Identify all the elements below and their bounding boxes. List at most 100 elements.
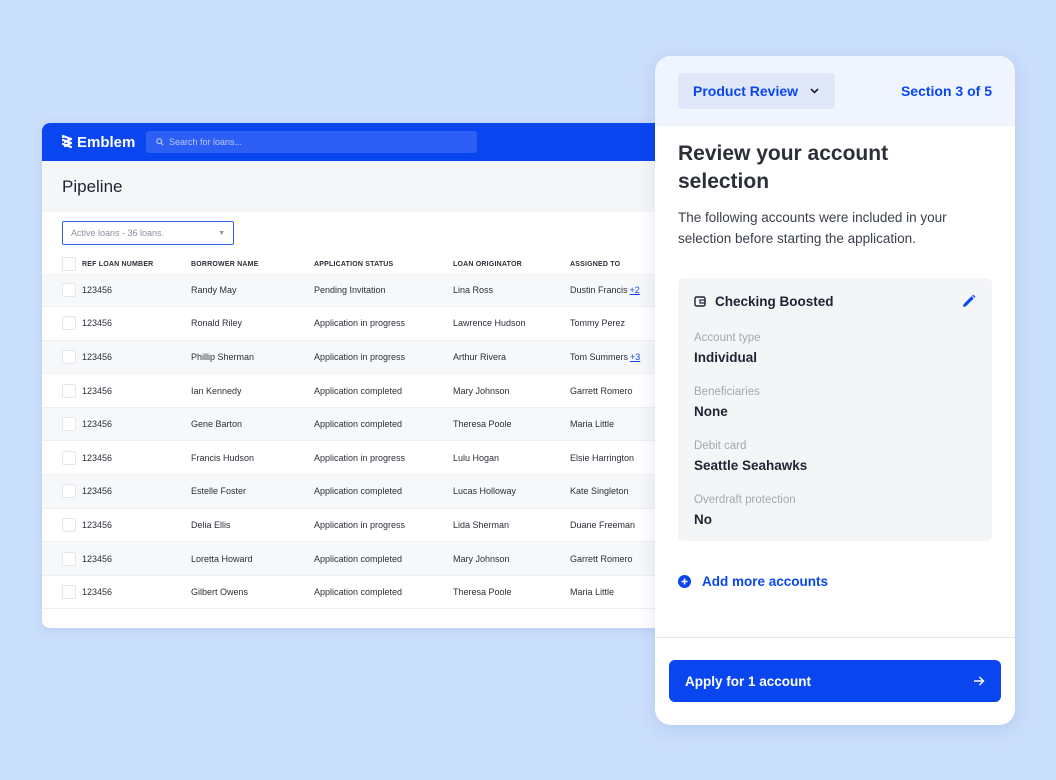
app-name: Emblem	[77, 133, 136, 151]
caret-down-icon: ▼	[218, 229, 225, 237]
column-header[interactable]: BORROWER NAME	[191, 255, 314, 273]
arrow-right-icon	[974, 676, 985, 686]
loan-filter-dropdown[interactable]: Active loans - 36 loans. ▼	[62, 221, 234, 245]
cell-ref-number: 123456	[82, 440, 191, 476]
add-more-label: Add more accounts	[702, 574, 829, 589]
cell-originator: Lina Ross	[453, 273, 570, 308]
cell-status: Application in progress	[314, 508, 453, 543]
cell-status: Application completed	[314, 373, 453, 408]
review-heading: Review your account selection	[678, 142, 889, 193]
row-checkbox[interactable]	[62, 349, 76, 364]
search-icon	[156, 138, 164, 146]
edit-pencil-icon[interactable]	[961, 294, 976, 309]
field-value: No	[694, 512, 712, 527]
column-header[interactable]: LOAN ORIGINATOR	[453, 255, 570, 273]
account-field: Account type Individual	[694, 332, 976, 365]
column-header[interactable]: APPLICATION STATUS	[314, 255, 453, 273]
cell-originator: Theresa Poole	[453, 575, 570, 610]
table-row[interactable]: 123456 Francis Hudson Application in progr…	[42, 440, 682, 476]
row-checkbox[interactable]	[62, 551, 76, 566]
cell-originator: Mary Johnson	[453, 373, 570, 408]
wallet-icon	[694, 296, 706, 307]
cell-originator: Lida Sherman	[453, 508, 570, 543]
row-checkbox[interactable]	[62, 282, 76, 297]
table-row[interactable]: 123456 Estelle Foster Application complete…	[42, 474, 682, 509]
table-row[interactable]: 123456 Ian Kennedy Application completed Ma…	[42, 373, 682, 408]
app-logo[interactable]: Emblem	[62, 134, 146, 151]
cell-ref-number: 123456	[82, 407, 191, 442]
more-assignees-link[interactable]: +3	[630, 352, 640, 362]
table-row[interactable]: 123456 Randy May Pending Invitation Lina Ro…	[42, 273, 682, 308]
table-row[interactable]: 123456 Gene Barton Application completed Th…	[42, 407, 682, 442]
cell-status: Pending Invitation	[314, 273, 453, 308]
more-assignees-link[interactable]: +2	[630, 285, 640, 295]
row-checkbox[interactable]	[62, 484, 76, 499]
top-bar: Emblem	[42, 123, 682, 161]
row-checkbox[interactable]	[62, 383, 76, 398]
row-checkbox[interactable]	[62, 450, 76, 465]
assignee-name: Tom Summers	[570, 351, 629, 362]
row-checkbox[interactable]	[62, 585, 76, 600]
search-input[interactable]	[169, 137, 469, 147]
step-selector-label: Product Review	[693, 83, 799, 99]
table-row[interactable]: 123456 Phillip Sherman Application in prog…	[42, 340, 682, 375]
cell-borrower: Ronald Riley	[191, 306, 314, 341]
account-field: Debit card Seattle Seahawks	[694, 440, 976, 473]
table-row[interactable]: 123456 Ronald Riley Application in progres…	[42, 306, 682, 341]
emblem-logo-icon	[62, 134, 73, 149]
assignee-name: Kate Singleton	[570, 486, 629, 497]
cell-borrower: Ian Kennedy	[191, 373, 314, 408]
cell-status: Application in progress	[314, 306, 453, 341]
field-label: Debit card	[694, 440, 747, 452]
field-value: Seattle Seahawks	[694, 458, 808, 473]
select-all-checkbox[interactable]	[62, 257, 76, 271]
column-header[interactable]: REF LOAN NUMBER	[82, 255, 191, 273]
cell-originator: Arthur Rivera	[453, 340, 570, 375]
cell-borrower: Gilbert Owens	[191, 575, 314, 610]
assignee-name: Tommy Perez	[570, 318, 626, 329]
row-checkbox[interactable]	[62, 517, 76, 532]
field-label: Beneficiaries	[694, 386, 760, 398]
cell-originator: Lawrence Hudson	[453, 306, 570, 341]
field-value: Individual	[694, 350, 758, 365]
assignee-name: Garrett Romero	[570, 385, 633, 396]
filter-selected-value: Active loans - 36 loans.	[71, 228, 165, 238]
cell-status: Application completed	[314, 541, 453, 576]
assignee-name: Garrett Romero	[570, 553, 633, 564]
cell-borrower: Gene Barton	[191, 407, 314, 442]
account-name: Checking Boosted	[715, 294, 834, 309]
cell-originator: Theresa Poole	[453, 407, 570, 442]
field-label: Overdraft protection	[694, 494, 796, 506]
cell-ref-number: 123456	[82, 575, 191, 610]
cell-borrower: Francis Hudson	[191, 440, 314, 476]
step-selector-dropdown[interactable]: Product Review	[678, 73, 835, 109]
loans-table: REF LOAN NUMBER BORROWER NAME APPLICATIO…	[42, 255, 682, 610]
cell-borrower: Loretta Howard	[191, 541, 314, 576]
product-review-panel: Product Review Section 3 of 5 Review you…	[655, 56, 1015, 725]
add-more-accounts-button[interactable]: Add more accounts	[678, 574, 992, 589]
cell-ref-number: 123456	[82, 340, 191, 375]
cell-status: Application in progress	[314, 440, 453, 476]
plus-circle-icon	[678, 575, 691, 588]
cell-ref-number: 123456	[82, 373, 191, 408]
panel-footer: Apply for 1 account	[655, 637, 1015, 725]
cell-ref-number: 123456	[82, 508, 191, 543]
assignee-name: Maria Little	[570, 587, 615, 598]
row-checkbox[interactable]	[62, 417, 76, 432]
cell-ref-number: 123456	[82, 541, 191, 576]
cell-originator: Lulu Hogan	[453, 440, 570, 476]
cell-originator: Mary Johnson	[453, 541, 570, 576]
table-row[interactable]: 123456 Gilbert Owens Application completed…	[42, 575, 682, 610]
table-row[interactable]: 123456 Loretta Howard Application complete…	[42, 541, 682, 576]
account-field: Beneficiaries None	[694, 386, 976, 419]
assignee-name: Duane Freeman	[570, 519, 636, 530]
apply-button[interactable]: Apply for 1 account	[669, 660, 1001, 702]
cell-borrower: Estelle Foster	[191, 474, 314, 509]
cell-ref-number: 123456	[82, 306, 191, 341]
table-header-row: REF LOAN NUMBER BORROWER NAME APPLICATIO…	[42, 255, 682, 273]
table-row[interactable]: 123456 Delia Ellis Application in progress…	[42, 508, 682, 543]
search-bar[interactable]	[146, 131, 477, 153]
cell-status: Application completed	[314, 474, 453, 509]
field-label: Account type	[694, 332, 761, 344]
row-checkbox[interactable]	[62, 316, 76, 331]
